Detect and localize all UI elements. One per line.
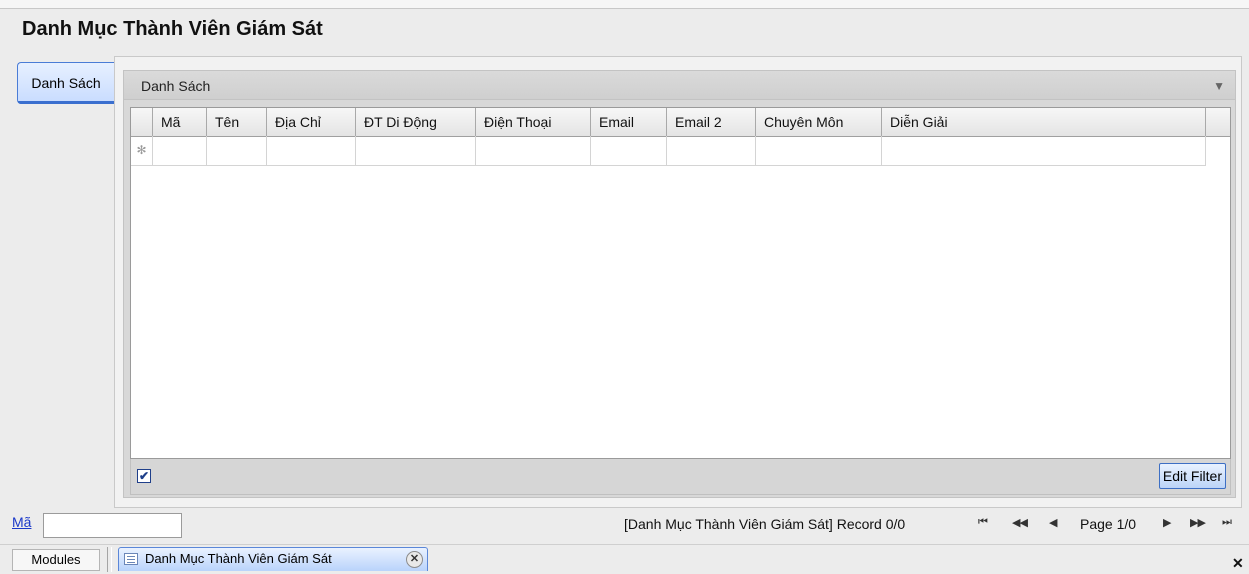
modules-tab[interactable]: Modules bbox=[12, 549, 100, 571]
column-header-dien-giai[interactable]: Diễn Giải bbox=[882, 108, 1206, 136]
new-row-cell-dt-di-dong[interactable] bbox=[356, 136, 476, 165]
side-tab-danh-sach[interactable]: Danh Sách bbox=[17, 62, 114, 104]
new-row-cell-dien-thoai[interactable] bbox=[476, 136, 591, 165]
edit-filter-button[interactable]: Edit Filter bbox=[1158, 463, 1226, 489]
new-row-cell-ma[interactable] bbox=[153, 136, 207, 165]
grid-footer: ✔ Edit Filter bbox=[130, 459, 1231, 495]
column-header-dia-chi[interactable]: Địa Chỉ bbox=[267, 108, 356, 136]
new-row-cell-chuyen-mon[interactable] bbox=[756, 136, 882, 165]
open-document-tab[interactable]: Danh Mục Thành Viên Giám Sát ✕ bbox=[118, 547, 428, 571]
column-header-chuyen-mon[interactable]: Chuyên Môn bbox=[756, 108, 882, 136]
close-tab-icon[interactable]: ✕ bbox=[406, 551, 423, 568]
new-row-cell-dia-chi[interactable] bbox=[267, 136, 356, 165]
new-row-cell-dien-giai[interactable] bbox=[882, 136, 1206, 165]
first-page-icon[interactable]: ⏮ bbox=[978, 516, 988, 529]
record-info: [Danh Mục Thành Viên Giám Sát] Record 0/… bbox=[624, 516, 906, 532]
next-page-icon[interactable]: ▶ bbox=[1163, 516, 1172, 529]
side-tab-label: Danh Sách bbox=[31, 75, 101, 91]
filter-checkbox[interactable]: ✔ bbox=[137, 469, 151, 483]
new-row-cell-ten[interactable] bbox=[207, 136, 267, 165]
group-header[interactable]: Danh Sách ▼ bbox=[123, 70, 1236, 100]
close-icon[interactable]: ✕ bbox=[1232, 555, 1244, 572]
page-indicator: Page 1/0 bbox=[1080, 516, 1137, 532]
new-row-cell-email-2[interactable] bbox=[667, 136, 756, 165]
document-list-icon bbox=[124, 553, 138, 565]
page-title: Danh Mục Thành Viên Giám Sát bbox=[22, 18, 323, 40]
last-page-icon[interactable]: ⏭ bbox=[1222, 516, 1232, 529]
new-row-icon: ✻ bbox=[131, 136, 153, 165]
data-grid[interactable]: Mã Tên Địa Chỉ ĐT Di Động Điện Thoại Ema… bbox=[130, 107, 1231, 459]
column-header-dt-di-dong[interactable]: ĐT Di Động bbox=[356, 108, 476, 136]
next-page-group-icon[interactable]: ▶▶ bbox=[1190, 516, 1206, 529]
triangle-down-icon[interactable]: ▼ bbox=[1213, 79, 1225, 93]
search-input[interactable] bbox=[43, 513, 182, 538]
column-header-email[interactable]: Email bbox=[591, 108, 667, 136]
new-row-cell-email[interactable] bbox=[591, 136, 667, 165]
new-row[interactable]: ✻ bbox=[131, 136, 1206, 166]
open-document-tab-label: Danh Mục Thành Viên Giám Sát bbox=[145, 551, 332, 566]
prev-page-icon[interactable]: ◀ bbox=[1049, 516, 1058, 529]
column-header-ma[interactable]: Mã bbox=[153, 108, 207, 136]
taskbar-separator bbox=[107, 547, 112, 572]
prev-page-group-icon[interactable]: ◀◀ bbox=[1012, 516, 1028, 529]
column-header-filler bbox=[1206, 108, 1230, 136]
group-title: Danh Sách bbox=[141, 78, 211, 94]
search-field-label-link[interactable]: Mã bbox=[12, 514, 31, 530]
row-indicator-header bbox=[131, 108, 153, 136]
column-header-ten[interactable]: Tên bbox=[207, 108, 267, 136]
window-top-border bbox=[0, 0, 1249, 9]
column-header-email-2[interactable]: Email 2 bbox=[667, 108, 756, 136]
column-header-dien-thoai[interactable]: Điện Thoại bbox=[476, 108, 591, 136]
grid-header-row: Mã Tên Địa Chỉ ĐT Di Động Điện Thoại Ema… bbox=[131, 108, 1230, 137]
